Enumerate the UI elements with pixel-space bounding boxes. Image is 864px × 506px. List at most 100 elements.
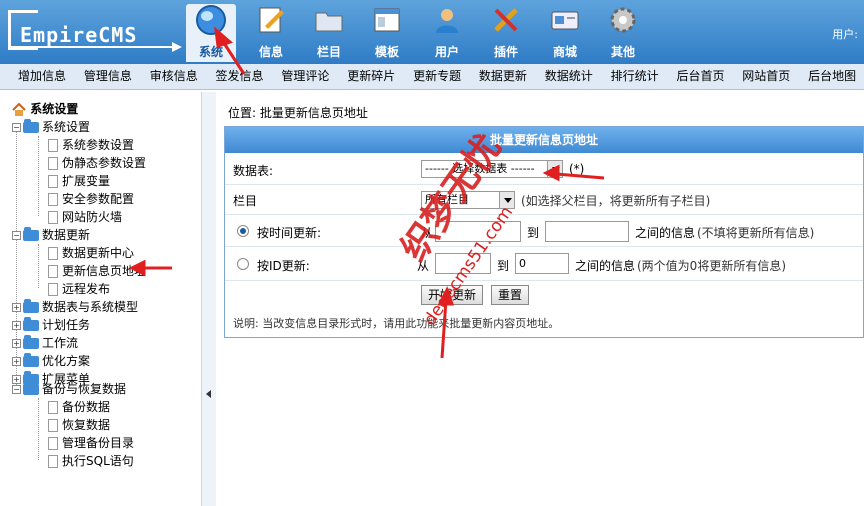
tree-item-ext-vars[interactable]: 扩展变量: [48, 172, 110, 190]
row-actions: 开始更新 重置: [225, 281, 863, 309]
column-hint: (如选择父栏目，将更新所有子栏目): [521, 194, 711, 208]
document-icon: [48, 193, 58, 206]
folder-icon: [23, 317, 39, 331]
tree-item-security[interactable]: 安全参数配置: [48, 190, 134, 208]
tree-folder-workflow[interactable]: + 工作流: [12, 334, 78, 352]
module-label: 信息: [258, 45, 283, 59]
tree-item-pseudo-static[interactable]: 伪静态参数设置: [48, 154, 146, 172]
tree-root[interactable]: 系统设置: [12, 100, 78, 117]
menu-manage-comments[interactable]: 管理评论: [274, 64, 336, 89]
tree-folder-tables-models[interactable]: + 数据表与系统模型: [12, 298, 138, 316]
template-icon: [374, 8, 400, 32]
tree-label: 备份数据: [62, 400, 111, 414]
panel-splitter[interactable]: [202, 92, 216, 506]
menu-review-info[interactable]: 审核信息: [143, 64, 205, 89]
tree-label: 扩展变量: [62, 174, 111, 188]
folder-icon: [23, 353, 39, 367]
document-icon: [48, 211, 58, 224]
menu-sign-info[interactable]: 签发信息: [209, 64, 271, 89]
module-label: 系统: [198, 45, 223, 59]
menu-manage-info[interactable]: 管理信息: [77, 64, 139, 89]
row-by-time: 按时间更新: 从 到 之间的信息 (不填将更新所有信息): [225, 215, 863, 247]
id-to-input[interactable]: 0: [515, 253, 569, 274]
top-header: EmpireCMS 系统 信息 栏目 模板 用户 插件 商城 其他 用户:: [0, 0, 864, 64]
tree-item-restore-data[interactable]: 恢复数据: [48, 416, 110, 434]
tree-label: 执行SQL语句: [62, 454, 134, 468]
shop-icon: [551, 11, 579, 30]
module-user[interactable]: 用户: [422, 4, 472, 62]
menu-admin-map[interactable]: 后台地图: [801, 64, 863, 89]
folder-icon: [23, 299, 39, 313]
module-info[interactable]: 信息: [246, 4, 296, 62]
tree-item-backup-data[interactable]: 备份数据: [48, 398, 110, 416]
menu-data-stats[interactable]: 数据统计: [538, 64, 600, 89]
module-template[interactable]: 模板: [362, 4, 412, 62]
id-range-text: 之间的信息: [575, 259, 636, 273]
reset-button[interactable]: 重置: [491, 285, 530, 305]
tree-label: 伪静态参数设置: [62, 156, 147, 170]
menu-admin-home[interactable]: 后台首页: [669, 64, 731, 89]
tree-item-update-page-url[interactable]: 更新信息页地址: [48, 262, 146, 280]
time-range-text: 之间的信息: [635, 226, 696, 240]
gear-icon: [610, 7, 636, 33]
empirecms-logo: EmpireCMS: [8, 10, 182, 54]
tree-folder-data-update[interactable]: − 数据更新: [12, 226, 90, 244]
tree-label: 恢复数据: [62, 418, 111, 432]
table-label: 数据表:: [233, 164, 274, 178]
tree-item-run-sql[interactable]: 执行SQL语句: [48, 452, 134, 470]
column-label: 栏目: [233, 194, 258, 208]
by-time-radio[interactable]: [237, 225, 249, 237]
menu-site-home[interactable]: 网站首页: [735, 64, 797, 89]
module-label: 插件: [493, 45, 518, 59]
module-label: 模板: [374, 45, 399, 59]
tree-item-firewall[interactable]: 网站防火墙: [48, 208, 122, 226]
document-icon: [48, 419, 58, 432]
user-icon: [436, 9, 458, 33]
collapse-arrow-icon[interactable]: [206, 390, 211, 398]
usage-note: 说明: 当改变信息目录形式时，请用此功能来批量更新内容页地址。: [233, 317, 560, 330]
user-label: 用户:: [832, 28, 858, 41]
module-label: 商城: [552, 45, 577, 59]
module-other[interactable]: 其他: [598, 4, 648, 62]
tree-item-update-center[interactable]: 数据更新中心: [48, 244, 134, 262]
tree-item-backup-dirs[interactable]: 管理备份目录: [48, 434, 134, 452]
tree-label: 远程发布: [62, 282, 111, 296]
edit-icon: [259, 7, 284, 33]
tree-item-remote-publish[interactable]: 远程发布: [48, 280, 110, 298]
tree-label: 计划任务: [42, 318, 91, 332]
tree-folder-optimization[interactable]: + 优化方案: [12, 352, 90, 370]
tree-root-label: 系统设置: [30, 102, 79, 116]
module-system[interactable]: 系统: [186, 4, 236, 62]
module-column[interactable]: 栏目: [304, 4, 354, 62]
document-icon: [48, 139, 58, 152]
left-tree-panel: 系统设置 − 系统设置 系统参数设置 伪静态参数设置 扩展变量 安全参数配置 网站…: [0, 92, 202, 506]
module-plugin[interactable]: 插件: [481, 4, 531, 62]
tools-icon: [494, 8, 518, 32]
time-to-input[interactable]: [545, 221, 629, 242]
logo-text: EmpireCMS: [20, 23, 138, 47]
menu-data-update[interactable]: 数据更新: [472, 64, 534, 89]
tree-folder-scheduled-tasks[interactable]: + 计划任务: [12, 316, 90, 334]
tree-label: 数据更新: [42, 228, 91, 242]
tree-folder-backup[interactable]: − 备份与恢复数据: [12, 380, 126, 398]
tree-item-system-params[interactable]: 系统参数设置: [48, 136, 134, 154]
by-id-radio[interactable]: [237, 258, 249, 270]
menu-add-info[interactable]: 增加信息: [0, 64, 73, 89]
tree-label: 工作流: [42, 336, 79, 350]
document-icon: [48, 283, 58, 296]
chevron-down-icon: [547, 161, 562, 177]
globe-icon: [196, 5, 226, 35]
menu-update-fragments[interactable]: 更新碎片: [340, 64, 402, 89]
tree-label: 网站防火墙: [62, 210, 123, 224]
document-icon: [48, 247, 58, 260]
folder-icon: [23, 119, 39, 133]
menu-update-topics[interactable]: 更新专题: [406, 64, 468, 89]
module-label: 栏目: [316, 45, 341, 59]
by-id-label: 按ID更新:: [257, 259, 310, 273]
tree-label: 系统设置: [42, 120, 91, 134]
panel-title: 批量更新信息页地址: [225, 127, 863, 153]
tree-folder-system-settings[interactable]: − 系统设置: [12, 118, 90, 136]
tree-label: 管理备份目录: [62, 436, 135, 450]
module-shop[interactable]: 商城: [540, 4, 590, 62]
menu-rank-stats[interactable]: 排行统计: [604, 64, 666, 89]
